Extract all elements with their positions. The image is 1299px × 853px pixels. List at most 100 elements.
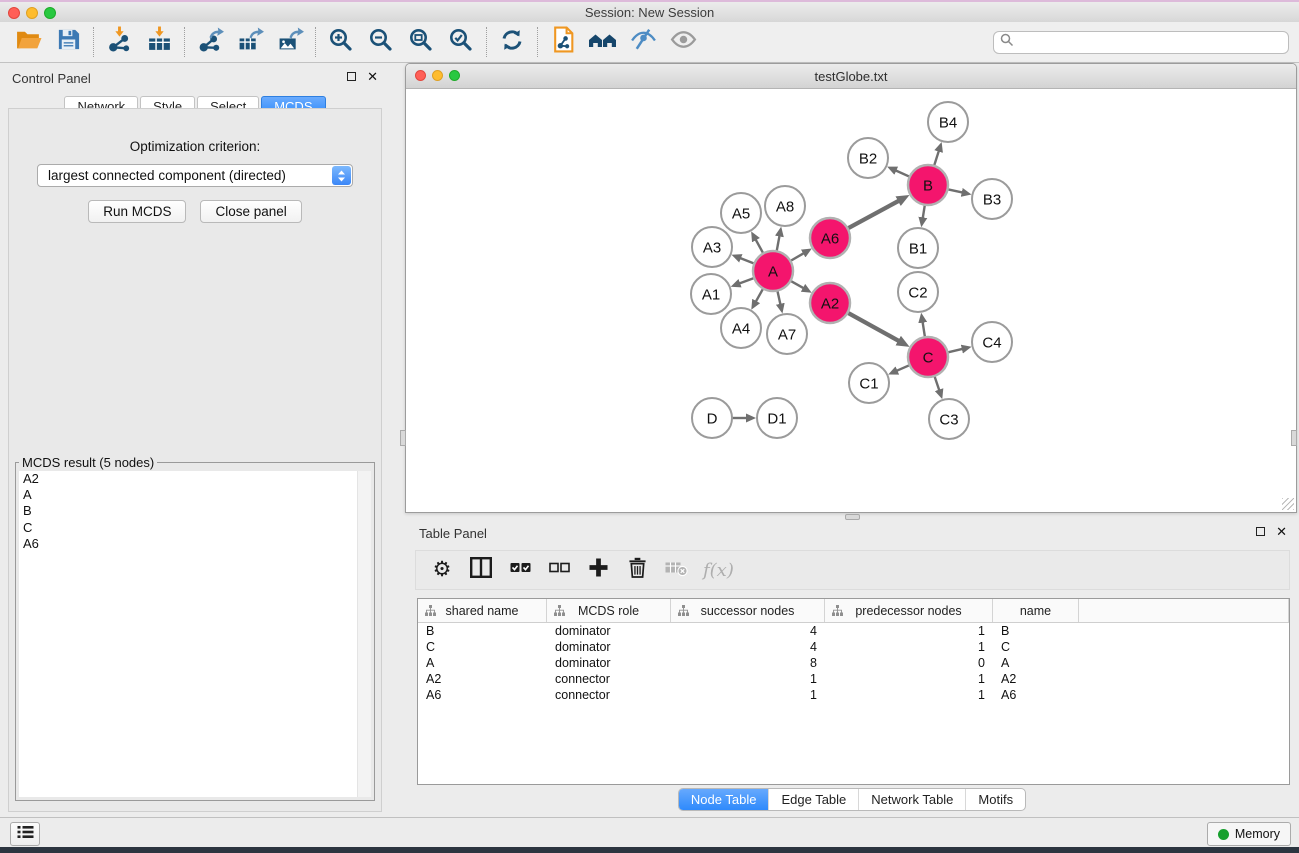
network-node-C3[interactable]: C3 [929, 399, 969, 439]
network-node-D[interactable]: D [692, 398, 732, 438]
network-node-B1[interactable]: B1 [898, 228, 938, 268]
import-network-button[interactable] [99, 25, 139, 59]
open-session-button[interactable] [8, 25, 48, 59]
add-column-button[interactable] [586, 558, 610, 582]
apply-function-button[interactable]: f(x) [703, 560, 734, 581]
table-cell[interactable]: A [418, 656, 547, 670]
table-cell[interactable]: 1 [825, 672, 993, 686]
zoom-in-button[interactable] [321, 25, 361, 59]
edge-B-B3[interactable] [947, 189, 963, 192]
tab-network-table[interactable]: Network Table [859, 789, 966, 810]
table-cell[interactable]: dominator [547, 640, 671, 654]
criterion-dropdown[interactable]: largest connected component (directed) [37, 164, 353, 187]
edge-A-A4[interactable] [756, 288, 764, 302]
column-header-successor-nodes[interactable]: successor nodes [671, 599, 825, 622]
network-window-titlebar[interactable]: testGlobe.txt [406, 64, 1296, 89]
network-node-C2[interactable]: C2 [898, 272, 938, 312]
table-cell[interactable]: dominator [547, 656, 671, 670]
table-row[interactable]: Bdominator41B [418, 623, 1289, 639]
network-node-A5[interactable]: A5 [721, 193, 761, 233]
table-row[interactable]: Cdominator41C [418, 639, 1289, 655]
window-resize-grip[interactable] [1282, 498, 1294, 510]
tab-motifs[interactable]: Motifs [966, 789, 1025, 810]
export-network-button[interactable] [190, 25, 230, 59]
table-cell[interactable]: C [418, 640, 547, 654]
network-zoom-traffic-light[interactable] [449, 70, 460, 81]
hide-panels-button[interactable] [623, 25, 663, 59]
table-cell[interactable]: connector [547, 672, 671, 686]
edge-B-B2[interactable] [896, 171, 911, 178]
edge-A-A2[interactable] [790, 280, 804, 288]
deselect-all-button[interactable] [547, 559, 571, 581]
delete-table-button[interactable] [664, 559, 688, 582]
network-node-B[interactable]: B [908, 165, 948, 205]
table-row[interactable]: A2connector11A2 [418, 671, 1289, 687]
edge-B-B4[interactable] [934, 151, 939, 167]
float-table-panel-icon[interactable] [1256, 527, 1265, 536]
mcds-result-item[interactable]: A6 [19, 536, 371, 552]
network-node-B2[interactable]: B2 [848, 138, 888, 178]
network-node-A[interactable]: A [753, 251, 793, 291]
network-node-C4[interactable]: C4 [972, 322, 1012, 362]
edge-C-C4[interactable] [946, 349, 962, 353]
left-splitter-handle[interactable] [400, 430, 406, 446]
home-layout-button[interactable] [583, 25, 623, 59]
edge-A2-C[interactable] [847, 312, 899, 341]
table-cell[interactable]: 1 [825, 640, 993, 654]
network-node-A4[interactable]: A4 [721, 308, 761, 348]
table-cell[interactable]: B [993, 624, 1079, 638]
column-header-shared-name[interactable]: shared name [418, 599, 547, 622]
zoom-selected-button[interactable] [441, 25, 481, 59]
table-cell[interactable]: 8 [671, 656, 825, 670]
run-mcds-button[interactable]: Run MCDS [88, 200, 186, 223]
network-node-A6[interactable]: A6 [810, 218, 850, 258]
table-row[interactable]: Adominator80A [418, 655, 1289, 671]
edge-A-A1[interactable] [740, 278, 756, 284]
edge-C-C2[interactable] [923, 322, 925, 338]
edge-A-A7[interactable] [777, 290, 780, 305]
table-cell[interactable]: B [418, 624, 547, 638]
task-history-button[interactable] [10, 822, 40, 846]
edge-A-A8[interactable] [776, 236, 779, 252]
mcds-result-scrollbar[interactable] [357, 471, 371, 797]
search-field[interactable] [993, 31, 1289, 54]
float-panel-icon[interactable] [347, 72, 356, 81]
table-cell[interactable]: A2 [418, 672, 547, 686]
network-node-A2[interactable]: A2 [810, 283, 850, 323]
network-node-C1[interactable]: C1 [849, 363, 889, 403]
right-splitter-handle[interactable] [1291, 430, 1297, 446]
edge-A-A6[interactable] [789, 253, 803, 261]
edge-A-A5[interactable] [756, 240, 764, 255]
network-close-traffic-light[interactable] [415, 70, 426, 81]
select-all-button[interactable] [508, 559, 532, 581]
tab-node-table[interactable]: Node Table [679, 789, 770, 810]
network-canvas[interactable]: AA1A2A3A4A5A6A7A8BB1B2B3B4CC1C2C3C4DD1 [406, 89, 1296, 512]
close-panel-button[interactable]: Close panel [200, 200, 301, 223]
search-input[interactable] [1018, 34, 1288, 50]
export-table-button[interactable] [230, 25, 270, 59]
edge-A6-B[interactable] [847, 201, 899, 229]
table-cell[interactable]: 1 [671, 672, 825, 686]
refresh-button[interactable] [492, 25, 532, 59]
memory-button[interactable]: Memory [1207, 822, 1291, 846]
network-node-D1[interactable]: D1 [757, 398, 797, 438]
close-panel-icon[interactable]: ✕ [367, 71, 378, 82]
column-header-MCDS-role[interactable]: MCDS role [547, 599, 671, 622]
export-image-button[interactable] [270, 25, 310, 59]
table-cell[interactable]: connector [547, 688, 671, 702]
table-cell[interactable]: A6 [993, 688, 1079, 702]
network-node-A1[interactable]: A1 [691, 274, 731, 314]
zoom-out-button[interactable] [361, 25, 401, 59]
table-cell[interactable]: A2 [993, 672, 1079, 686]
zoom-fit-button[interactable] [401, 25, 441, 59]
edge-A-A3[interactable] [740, 258, 755, 264]
table-row[interactable]: A6connector11A6 [418, 687, 1289, 703]
delete-column-button[interactable] [625, 557, 649, 583]
tab-edge-table[interactable]: Edge Table [769, 789, 859, 810]
network-node-C[interactable]: C [908, 337, 948, 377]
table-cell[interactable]: 1 [825, 624, 993, 638]
import-table-button[interactable] [139, 25, 179, 59]
mcds-result-item[interactable]: B [19, 503, 371, 519]
mcds-result-item[interactable]: C [19, 520, 371, 536]
network-graph[interactable]: AA1A2A3A4A5A6A7A8BB1B2B3B4CC1C2C3C4DD1 [406, 89, 1296, 512]
